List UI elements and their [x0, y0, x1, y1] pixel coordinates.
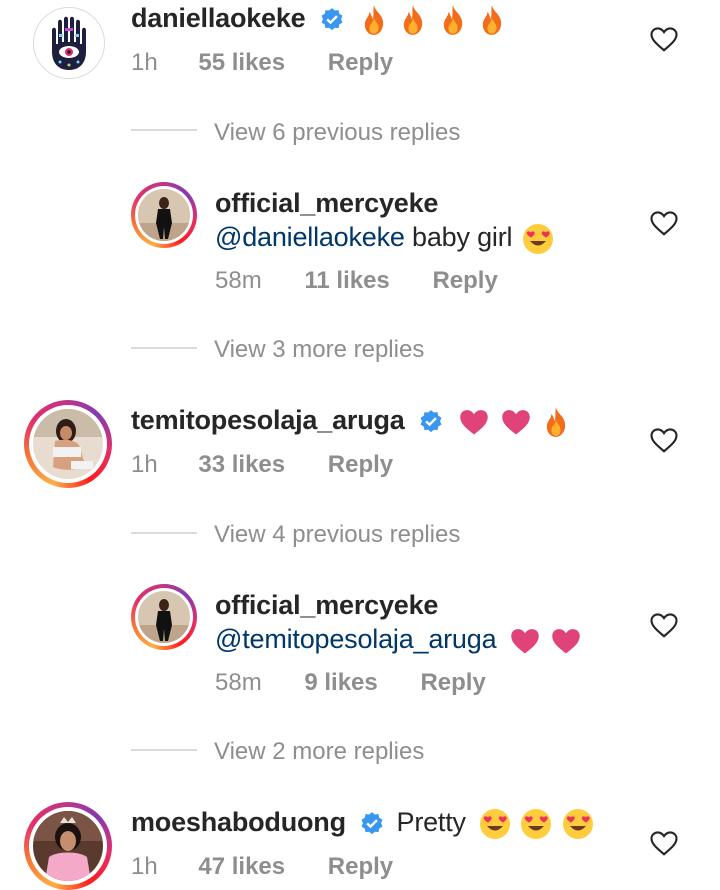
pink-heart-icon: [552, 629, 580, 654]
view-replies-link[interactable]: View 3 more replies: [214, 336, 424, 364]
avatar[interactable]: [24, 802, 112, 890]
fire-icon: [482, 5, 502, 35]
mention-link[interactable]: @daniellaokeke: [215, 222, 405, 252]
likes-count[interactable]: 55 likes: [198, 49, 285, 76]
pink-heart-icon: [510, 629, 539, 654]
comment-body: Pretty: [396, 807, 467, 837]
pink-heart-icon: [501, 410, 530, 435]
heart-eyes-emoji-icon: [521, 808, 552, 839]
likes-count[interactable]: 33 likes: [198, 451, 285, 478]
fire-icon: [546, 407, 566, 437]
divider-line: [131, 749, 197, 751]
comment-username[interactable]: official_mercyeke: [215, 590, 438, 621]
mention-link[interactable]: @temitopesolaja_aruga: [215, 624, 497, 654]
divider-line: [131, 532, 197, 534]
profile-photo: [33, 811, 103, 881]
avatar[interactable]: [33, 7, 105, 79]
fire-icon: [364, 5, 384, 35]
comment-emojis: [360, 3, 506, 35]
view-replies-link[interactable]: View 2 more replies: [214, 738, 424, 766]
comment-meta: 58m 9 likes Reply: [215, 669, 486, 697]
username-text[interactable]: moeshaboduong: [131, 807, 346, 837]
username-text[interactable]: official_mercyeke: [215, 590, 438, 620]
view-replies-link[interactable]: View 6 previous replies: [214, 119, 460, 147]
comment-emojis: [459, 405, 570, 437]
reply-button[interactable]: Reply: [328, 49, 393, 76]
comment-time: 58m: [215, 267, 262, 294]
reply-button[interactable]: Reply: [328, 853, 393, 880]
divider-line: [131, 347, 197, 349]
pink-heart-icon: [460, 410, 488, 435]
profile-photo: [33, 409, 103, 479]
heart-eyes-emoji-icon: [522, 223, 553, 254]
comment-username[interactable]: moeshaboduong Pretty: [131, 807, 594, 840]
username-text[interactable]: official_mercyeke: [215, 188, 438, 218]
like-heart-icon[interactable]: [649, 425, 679, 455]
comment-time: 1h: [131, 49, 158, 76]
comment-meta: 1h 47 likes Reply: [131, 853, 393, 881]
verified-badge-icon: [361, 811, 383, 835]
like-heart-icon[interactable]: [649, 208, 679, 238]
view-replies-link[interactable]: View 4 previous replies: [214, 521, 460, 549]
username-text[interactable]: daniellaokeke: [131, 3, 306, 33]
comment-emojis: [479, 807, 594, 839]
fire-icon: [404, 5, 423, 35]
likes-count[interactable]: 11 likes: [304, 267, 389, 294]
comment-username[interactable]: temitopesolaja_aruga: [131, 405, 570, 438]
comment-body: baby girl: [404, 222, 513, 252]
heart-eyes-emoji-icon: [562, 808, 593, 839]
comment-username[interactable]: official_mercyeke: [215, 188, 438, 219]
reply-button[interactable]: Reply: [328, 451, 393, 478]
comment-time: 58m: [215, 669, 262, 696]
comment-time: 1h: [131, 853, 158, 880]
comment-username[interactable]: daniellaokeke: [131, 3, 506, 36]
likes-count[interactable]: 9 likes: [304, 669, 377, 696]
username-text[interactable]: temitopesolaja_aruga: [131, 405, 405, 435]
avatar[interactable]: [131, 584, 197, 650]
profile-photo: [138, 591, 190, 643]
verified-badge-icon: [321, 7, 343, 31]
hamsa-icon: [52, 16, 86, 70]
comment-meta: 58m 11 likes Reply: [215, 267, 498, 295]
comment-meta: 1h 33 likes Reply: [131, 451, 393, 479]
avatar[interactable]: [131, 182, 197, 248]
comment-meta: 1h 55 likes Reply: [131, 49, 393, 77]
heart-eyes-emoji-icon: [480, 808, 511, 839]
comment-text: @daniellaokeke baby girl: [215, 222, 554, 255]
comment-text: @temitopesolaja_aruga: [215, 624, 581, 655]
likes-count[interactable]: 47 likes: [198, 853, 285, 880]
like-heart-icon[interactable]: [649, 610, 679, 640]
avatar[interactable]: [24, 400, 112, 488]
like-heart-icon[interactable]: [649, 828, 679, 858]
fire-icon: [443, 5, 462, 35]
like-heart-icon[interactable]: [649, 24, 679, 54]
reply-button[interactable]: Reply: [420, 669, 485, 696]
verified-badge-icon: [420, 409, 442, 433]
divider-line: [131, 129, 197, 131]
profile-photo: [138, 189, 190, 241]
comment-time: 1h: [131, 451, 158, 478]
reply-button[interactable]: Reply: [432, 267, 497, 294]
